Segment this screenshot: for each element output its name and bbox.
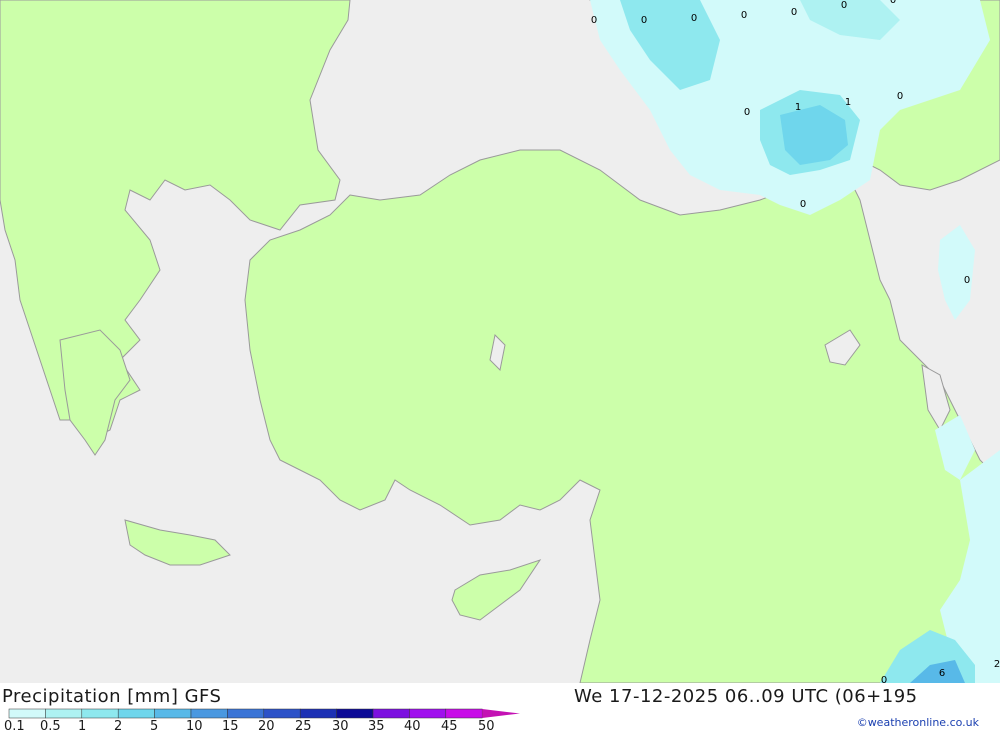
legend-tick-label: 1 bbox=[78, 719, 87, 734]
map-value: 0 bbox=[641, 15, 647, 26]
precipitation-map: 0 0 0 0 0 0 0 0 1 1 0 0 0 6 2 0 bbox=[0, 0, 1000, 683]
legend-swatch bbox=[372, 708, 410, 719]
map-value: 1 bbox=[845, 97, 851, 108]
legend-swatch bbox=[45, 708, 83, 719]
legend-tick-label: 0.1 bbox=[4, 719, 25, 734]
legend-tick-label: 2 bbox=[114, 719, 123, 734]
legend-tick-label: 45 bbox=[441, 719, 458, 734]
map-value: 2 bbox=[994, 659, 1000, 670]
map-value: 0 bbox=[741, 10, 747, 21]
legend-tick-label: 40 bbox=[404, 719, 421, 734]
legend-tick-label: 50 bbox=[478, 719, 495, 734]
legend-tick-label: 20 bbox=[258, 719, 275, 734]
legend-tick-label: 25 bbox=[295, 719, 312, 734]
legend-swatch bbox=[409, 708, 447, 719]
legend-tick-label: 30 bbox=[332, 719, 349, 734]
map-value: 6 bbox=[939, 668, 945, 679]
legend-swatch bbox=[8, 708, 46, 719]
map-value: 0 bbox=[841, 0, 847, 11]
legend-swatch bbox=[263, 708, 301, 719]
map-value: 0 bbox=[881, 675, 887, 683]
map-title: Precipitation [mm] GFS bbox=[2, 686, 222, 707]
legend-swatch bbox=[445, 708, 483, 719]
precip-legend: 0.1 0.5 1 2 5 10 15 20 25 30 35 40 45 50 bbox=[0, 706, 530, 734]
legend-tick-label: 10 bbox=[186, 719, 203, 734]
legend-swatch bbox=[190, 708, 228, 719]
legend-swatch bbox=[336, 708, 374, 719]
legend-tick-label: 5 bbox=[150, 719, 159, 734]
map-value: 0 bbox=[897, 91, 903, 102]
map-value: 0 bbox=[744, 107, 750, 118]
legend-tick-label: 15 bbox=[222, 719, 239, 734]
map-value: 1 bbox=[795, 102, 801, 113]
credit-link[interactable]: ©weatheronline.co.uk bbox=[857, 716, 979, 729]
legend-swatch bbox=[227, 708, 265, 719]
map-value: 0 bbox=[591, 15, 597, 26]
map-value: 0 bbox=[800, 199, 806, 210]
map-value: 0 bbox=[964, 275, 970, 286]
map-value: 0 bbox=[691, 13, 697, 24]
forecast-datetime: We 17-12-2025 06..09 UTC (06+195 bbox=[574, 686, 918, 707]
legend-tick-label: 0.5 bbox=[40, 719, 61, 734]
legend-swatch bbox=[117, 708, 155, 719]
legend-swatch bbox=[154, 708, 192, 719]
map-value: 0 bbox=[791, 7, 797, 18]
legend-swatch bbox=[299, 708, 337, 719]
legend-swatch bbox=[81, 708, 119, 719]
map-value: 0 bbox=[890, 0, 896, 6]
legend-tick-label: 35 bbox=[368, 719, 385, 734]
legend-colorbar bbox=[8, 708, 520, 719]
legend-arrow bbox=[482, 709, 520, 718]
